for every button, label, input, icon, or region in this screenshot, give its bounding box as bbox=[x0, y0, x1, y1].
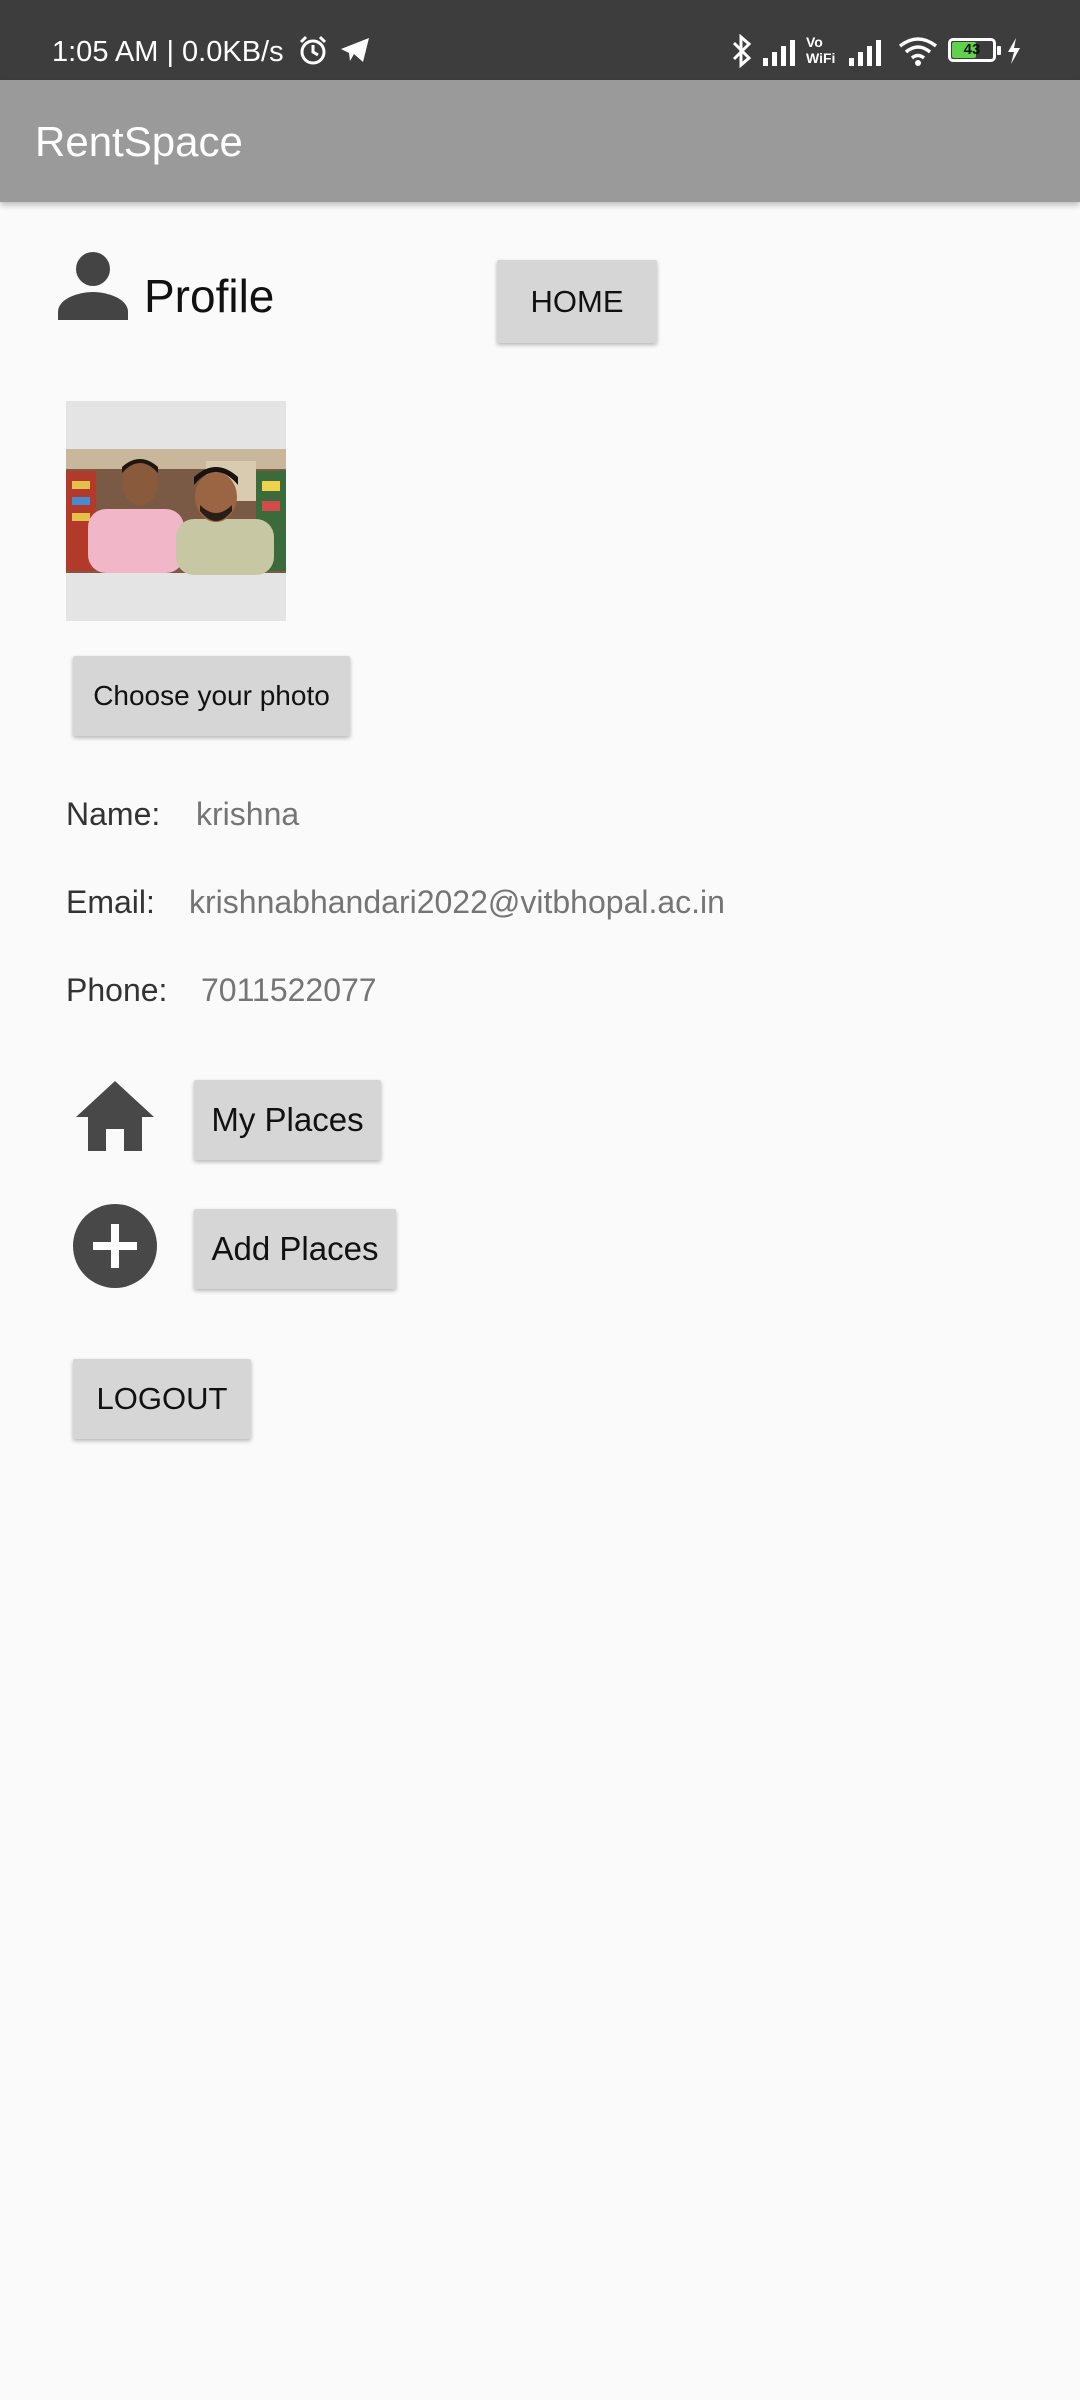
phone-label: Phone: bbox=[66, 972, 168, 1008]
my-places-button[interactable]: My Places bbox=[194, 1080, 381, 1160]
email-label: Email: bbox=[66, 884, 155, 920]
profile-photo-image bbox=[66, 449, 286, 575]
bluetooth-icon bbox=[732, 34, 752, 68]
person-icon bbox=[58, 252, 128, 320]
battery-icon: 43 bbox=[948, 38, 1001, 62]
wifi-icon bbox=[898, 37, 938, 66]
add-circle-icon bbox=[73, 1204, 157, 1288]
signal-icon bbox=[849, 40, 881, 66]
app-title: RentSpace bbox=[35, 118, 243, 165]
alarm-icon bbox=[299, 35, 327, 65]
profile-title: Profile bbox=[144, 270, 275, 322]
choose-photo-button[interactable]: Choose your photo bbox=[73, 656, 350, 736]
home-icon bbox=[76, 1081, 154, 1151]
logout-button[interactable]: LOGOUT bbox=[73, 1359, 251, 1439]
home-button[interactable]: HOME bbox=[497, 260, 657, 343]
add-places-button[interactable]: Add Places bbox=[194, 1209, 396, 1289]
signal-icon bbox=[763, 40, 795, 66]
email-value: krishnabhandari2022@vitbhopal.ac.in bbox=[189, 884, 725, 920]
app-bar: RentSpace bbox=[0, 80, 1080, 202]
status-bar: 1:05 AM | 0.0KB/s Vo WiFi 43 bbox=[0, 0, 1080, 80]
vowifi-label: Vo WiFi bbox=[806, 34, 836, 66]
charging-icon bbox=[1008, 38, 1020, 64]
status-time: 1:05 AM | 0.0KB/s bbox=[52, 36, 284, 68]
phone-value: 7011522077 bbox=[201, 972, 377, 1008]
profile-photo bbox=[66, 401, 286, 621]
battery-level: 43 bbox=[963, 41, 981, 58]
telegram-icon bbox=[341, 38, 369, 62]
name-value: krishna bbox=[196, 796, 300, 832]
name-label: Name: bbox=[66, 796, 161, 832]
